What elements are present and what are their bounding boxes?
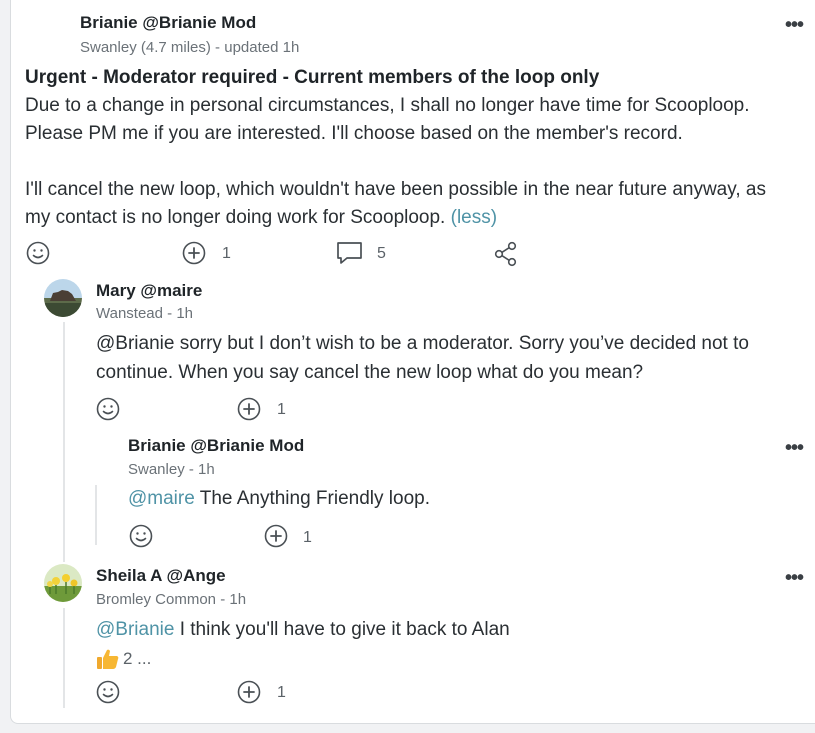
like-button[interactable] [237,680,261,704]
post-title: Urgent - Moderator required - Current me… [25,67,600,88]
thread-line [63,608,65,708]
post-card: Brianie @Brianie Mod Swanley (4.7 miles)… [10,0,815,724]
more-dots-icon: ••• [785,14,804,36]
post-body-line: my contact is no longer doing work for S… [25,207,498,228]
like-count: 1 [277,684,286,701]
thread-line [63,322,65,562]
comment-text: @maire The Anything Friendly loop. [128,488,430,509]
speech-bubble-icon [337,242,362,264]
react-button[interactable] [96,397,120,421]
comment-author[interactable]: Brianie @Brianie Mod [128,436,304,456]
mention-link[interactable]: @maire [128,488,195,509]
comment-author[interactable]: Sheila A @Ange [96,566,226,586]
avatar[interactable] [44,564,82,602]
smiley-icon [96,680,120,704]
like-count: 1 [222,245,231,262]
like-count: 1 [303,529,312,546]
smiley-icon [129,524,153,548]
post-body-line: I'll cancel the new loop, which wouldn't… [25,179,766,200]
like-button[interactable] [182,241,206,265]
comment-more-button[interactable]: ••• [785,438,804,458]
share-icon [494,241,517,267]
plus-circle-icon [264,524,288,548]
comment-author[interactable]: Mary @maire [96,281,202,301]
comment-button[interactable] [336,240,363,266]
avatar[interactable] [44,279,82,317]
post-more-button[interactable]: ••• [785,15,804,35]
smiley-icon [26,241,50,265]
less-link[interactable]: (less) [451,207,497,228]
comment-meta: Wanstead - 1h [96,305,194,322]
like-button[interactable] [264,524,288,548]
more-dots-icon: ••• [785,567,804,589]
plus-circle-icon [182,241,206,265]
reaction-summary[interactable]: 2 ... [96,648,151,670]
post-body: Due to a change in personal circumstance… [25,92,815,232]
smiley-icon [96,397,120,421]
post-body-line: Please PM me if you are interested. I'll… [25,123,683,144]
react-button[interactable] [129,524,153,548]
like-button[interactable] [237,397,261,421]
reaction-count: 2 ... [123,649,152,668]
plus-circle-icon [237,397,261,421]
plus-circle-icon [237,680,261,704]
mention-link[interactable]: @Brianie [96,619,174,640]
post-updated: updated 1h [224,39,300,56]
post-meta: Swanley (4.7 miles) - updated 1h [80,39,300,56]
comment-meta: Bromley Common - 1h [96,591,247,608]
comment-meta: Swanley - 1h [128,461,215,478]
share-button[interactable] [494,241,518,267]
react-button[interactable] [96,680,120,704]
thread-line [95,485,97,545]
post-author[interactable]: Brianie @Brianie Mod [80,13,256,33]
more-dots-icon: ••• [785,437,804,459]
comment-count: 5 [377,245,386,262]
like-count: 1 [277,401,286,418]
react-button[interactable] [26,241,50,265]
post-location: Swanley (4.7 miles) [80,39,211,56]
comment-text: @Brianie I think you'll have to give it … [96,619,510,640]
comment-more-button[interactable]: ••• [785,568,804,588]
comment-text: @Brianie sorry but I don’t wish to be a … [96,333,749,383]
thumbs-up-icon [97,649,119,669]
post-body-line: Due to a change in personal circumstance… [25,95,750,116]
